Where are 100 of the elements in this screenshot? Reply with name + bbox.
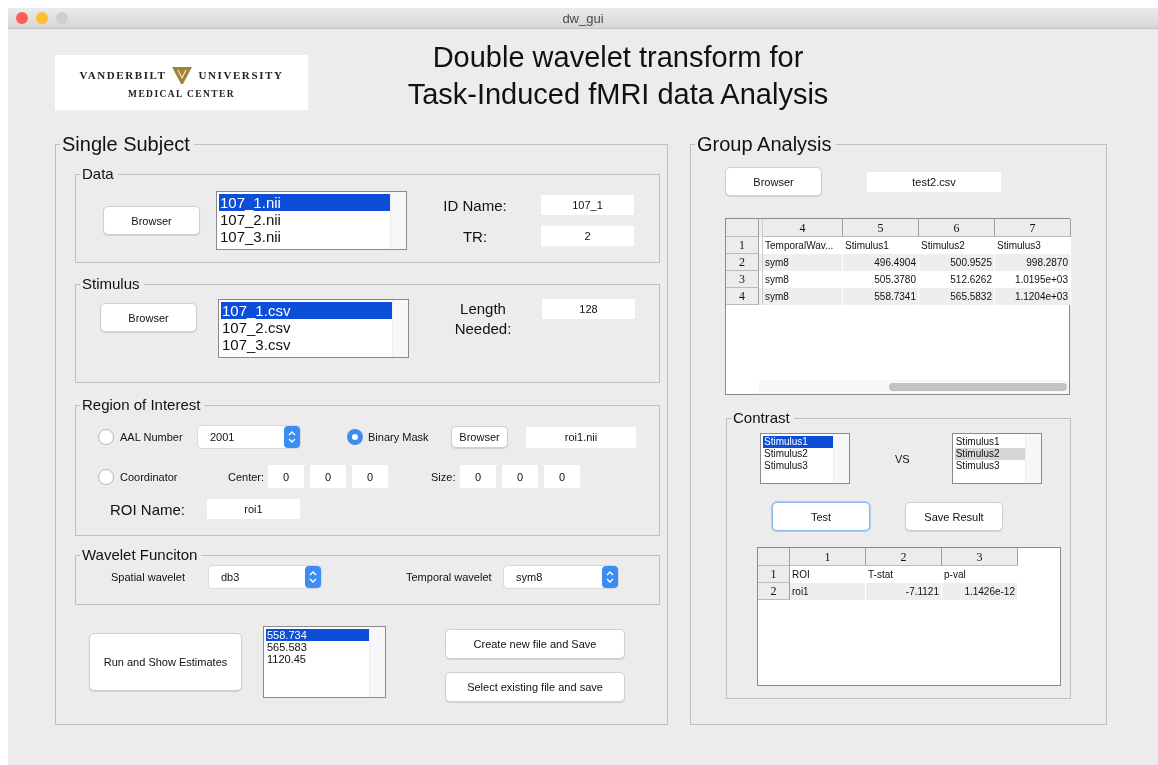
table-cell: sym8	[763, 288, 843, 305]
list-item[interactable]: Stimulus1	[763, 436, 833, 448]
save-button[interactable]: Create new file and Save	[445, 629, 625, 659]
input-field[interactable]: 0	[352, 465, 388, 488]
app-title: Double wavelet transform for	[432, 40, 804, 75]
input-field[interactable]: 0	[268, 465, 304, 488]
column-header: 7	[995, 219, 1071, 237]
list-item[interactable]: 558.734	[266, 629, 369, 641]
input-field[interactable]: 2	[541, 226, 634, 246]
input-field[interactable]: 128	[542, 299, 635, 319]
window-title: dw_gui	[562, 10, 604, 26]
list-item[interactable]: 107_1.csv	[221, 302, 392, 319]
radio-label: Binary Mask	[368, 431, 430, 443]
table-cell: roi1	[790, 583, 866, 600]
stepper-icon	[602, 566, 618, 588]
dropdown[interactable]: db3	[209, 566, 321, 588]
scrollbar-track	[392, 300, 408, 357]
column-header: 5	[843, 219, 919, 237]
close-icon[interactable]	[16, 12, 28, 24]
column-header: 3	[942, 548, 1018, 566]
table-cell: 496.4904	[843, 254, 919, 271]
table-cell: 565.5832	[919, 288, 995, 305]
radio-button[interactable]	[98, 468, 114, 485]
list-box[interactable]: 107_1.nii 107_2.nii 107_3.nii	[216, 191, 407, 250]
list-item[interactable]: 107_3.csv	[221, 336, 392, 353]
table-cell: 500.9525	[919, 254, 995, 271]
list-box[interactable]: Stimulus1 Stimulus2 Stimulus3	[951, 433, 1042, 484]
list-box[interactable]: 107_1.csv 107_2.csv 107_3.csv	[218, 299, 409, 358]
list-item[interactable]: 565.583	[266, 641, 369, 653]
column-header: 1	[790, 548, 866, 566]
test-button[interactable]: Test	[772, 502, 870, 531]
dropdown[interactable]: 2001	[198, 426, 300, 448]
list-box[interactable]: 558.734 565.583 1120.45	[263, 626, 386, 698]
dropdown[interactable]: sym8	[504, 566, 618, 588]
row-header: 2	[726, 254, 759, 271]
panel-title: Data	[81, 165, 115, 183]
list-box[interactable]: Stimulus1 Stimulus2 Stimulus3	[760, 433, 850, 484]
field-label: TR:	[462, 227, 488, 245]
column-header: 4	[763, 219, 843, 237]
input-field[interactable]: 0	[502, 465, 538, 488]
input-field[interactable]: 107_1	[541, 195, 634, 215]
scrollbar-track	[390, 192, 406, 249]
table-cell: 1.1204e+03	[995, 288, 1071, 305]
row-header: 1	[726, 237, 759, 254]
field-label: ROI Name:	[110, 500, 186, 518]
vs-label: VS	[895, 452, 910, 465]
list-item[interactable]: Stimulus3	[763, 460, 833, 472]
list-item[interactable]: Stimulus2	[954, 448, 1025, 460]
row-header: 4	[726, 288, 759, 305]
field-label: Center:	[228, 470, 266, 483]
input-field[interactable]: 0	[460, 465, 496, 488]
table-cell: 558.7341	[843, 288, 919, 305]
zoom-icon[interactable]	[56, 12, 68, 24]
scrollbar-track	[833, 434, 849, 483]
table-cell: Stimulus3	[995, 237, 1071, 254]
radio-label: Coordinator	[120, 470, 179, 483]
panel-title: Contrast	[732, 409, 791, 427]
list-item[interactable]: Stimulus3	[954, 460, 1025, 472]
row-header: 2	[758, 583, 790, 600]
browse-button[interactable]: Browser	[103, 206, 200, 235]
input-field[interactable]: roi1	[207, 499, 300, 519]
browse-button[interactable]: Browser	[100, 303, 197, 332]
table-cell: -7.1121	[866, 583, 942, 600]
input-field[interactable]: 0	[310, 465, 346, 488]
input-field[interactable]: roi1.nii	[526, 426, 636, 448]
browse-button[interactable]: Browser	[451, 426, 508, 448]
list-item[interactable]: Stimulus2	[763, 448, 833, 460]
radio-button[interactable]	[98, 429, 114, 445]
horizontal-scrollbar[interactable]	[759, 380, 1069, 394]
row-header: 1	[758, 566, 790, 583]
browse-button[interactable]: Browser	[725, 167, 822, 196]
save-result-button[interactable]: Save Result	[905, 502, 1003, 531]
stepper-icon	[305, 566, 321, 588]
table-cell: 1.1426e-12	[942, 583, 1018, 600]
field-label: Spatial wavelet	[111, 571, 186, 583]
input-field[interactable]: 0	[544, 465, 580, 488]
list-item[interactable]: 1120.45	[266, 653, 369, 665]
scrollbar-track	[369, 627, 385, 697]
panel-title: Region of Interest	[81, 396, 202, 414]
stepper-icon	[284, 426, 300, 448]
field-label: Temporal wavelet	[406, 571, 493, 583]
table-cell: sym8	[763, 254, 843, 271]
table-corner	[758, 548, 790, 566]
table-cell: 998.2870	[995, 254, 1071, 271]
radio-button[interactable]	[347, 429, 363, 445]
shield-icon	[172, 66, 193, 84]
save-button[interactable]: Select existing file and save	[445, 672, 625, 702]
row-header: 3	[726, 271, 759, 288]
column-header: 6	[919, 219, 995, 237]
input-field[interactable]: test2.csv	[867, 171, 1001, 192]
list-item[interactable]: 107_1.nii	[219, 194, 390, 211]
list-item[interactable]: Stimulus1	[954, 436, 1025, 448]
list-item[interactable]: 107_2.nii	[219, 211, 390, 228]
list-item[interactable]: 107_2.csv	[221, 319, 392, 336]
panel-title: Single Subject	[61, 133, 191, 156]
minimize-icon[interactable]	[36, 12, 48, 24]
run-button[interactable]: Run and Show Estimates	[89, 633, 242, 691]
logo-subtitle: MEDICAL CENTER	[128, 88, 235, 99]
panel-title: Stimulus	[81, 275, 141, 293]
list-item[interactable]: 107_3.nii	[219, 228, 390, 245]
